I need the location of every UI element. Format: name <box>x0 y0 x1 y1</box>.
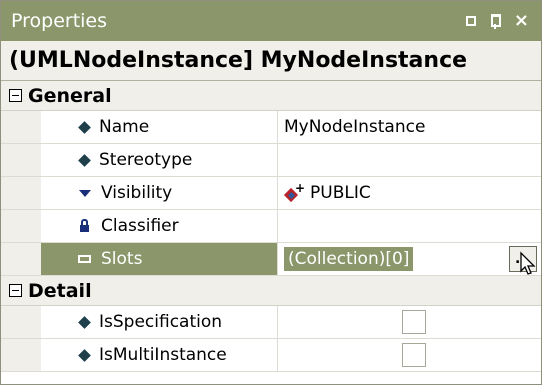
property-row-isspecification[interactable]: IsSpecification <box>1 306 541 339</box>
pin-icon[interactable] <box>488 13 502 29</box>
mouse-cursor-icon <box>520 251 536 275</box>
category-general[interactable]: General <box>1 81 541 111</box>
checkbox[interactable] <box>402 310 426 334</box>
property-value-field[interactable]: + PUBLIC <box>278 177 541 209</box>
properties-panel: Properties × (UMLNodeInstance] MyNodeIns… <box>0 0 542 385</box>
property-value: MyNodeInstance <box>284 117 426 137</box>
collapse-icon[interactable] <box>9 89 22 102</box>
property-name: Slots <box>101 249 143 269</box>
close-icon[interactable]: × <box>514 12 529 30</box>
property-value-field[interactable]: (Collection)[0] ... <box>278 243 541 275</box>
property-row-visibility[interactable]: Visibility + PUBLIC <box>1 177 541 210</box>
property-row-stereotype[interactable]: Stereotype <box>1 144 541 177</box>
category-label: Detail <box>28 279 92 302</box>
checkbox[interactable] <box>402 343 426 367</box>
property-diamond-icon <box>78 315 91 329</box>
property-row-classifier[interactable]: Classifier <box>1 210 541 243</box>
dropdown-triangle-icon <box>79 189 91 197</box>
property-name: Name <box>99 117 150 137</box>
category-detail[interactable]: Detail <box>1 276 541 306</box>
public-visibility-icon: + <box>283 181 305 203</box>
property-row-ismultiinstance[interactable]: IsMultiInstance <box>1 339 541 372</box>
property-diamond-icon <box>78 348 91 362</box>
object-header: (UMLNodeInstance] MyNodeInstance <box>1 41 541 81</box>
property-value: PUBLIC <box>310 183 371 203</box>
property-row-slots[interactable]: Slots (Collection)[0] ... <box>1 243 541 276</box>
property-value-field[interactable] <box>278 144 541 176</box>
panel-titlebar: Properties × <box>1 1 541 41</box>
property-diamond-icon <box>78 120 91 134</box>
property-value-field[interactable] <box>278 339 541 371</box>
property-value-field[interactable] <box>278 210 541 242</box>
property-value-field[interactable] <box>278 306 541 338</box>
property-name: IsMultiInstance <box>99 345 227 365</box>
property-name: IsSpecification <box>99 312 223 332</box>
lock-icon <box>80 218 89 232</box>
property-name: Visibility <box>101 183 173 203</box>
float-window-icon[interactable] <box>465 16 476 26</box>
property-name: Stereotype <box>99 150 193 170</box>
property-grid: General Name MyNodeInstance Stereotype V… <box>1 81 541 372</box>
titlebar-controls: × <box>465 12 529 30</box>
property-diamond-icon <box>78 153 91 167</box>
property-value: (Collection)[0] <box>284 247 414 271</box>
collection-icon <box>78 255 91 263</box>
property-value-field[interactable]: MyNodeInstance <box>278 111 541 143</box>
property-row-name[interactable]: Name MyNodeInstance <box>1 111 541 144</box>
property-name: Classifier <box>101 216 179 236</box>
collapse-icon[interactable] <box>9 284 22 297</box>
category-label: General <box>28 84 112 107</box>
panel-title: Properties <box>11 10 108 32</box>
